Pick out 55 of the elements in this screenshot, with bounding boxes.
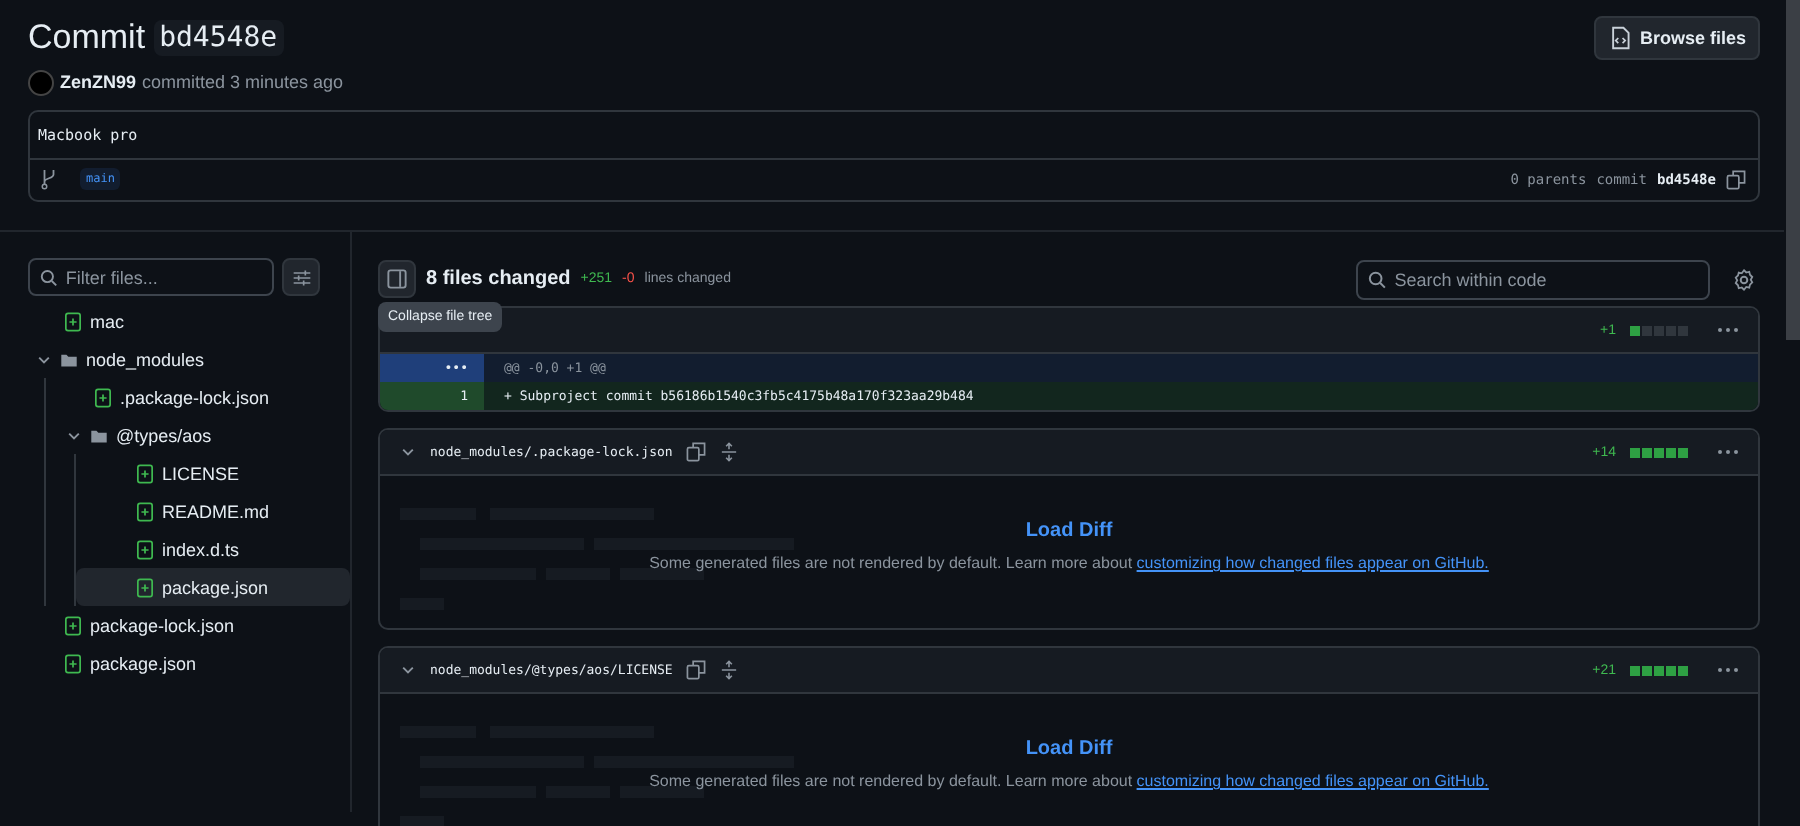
chevron-icon[interactable] [400,444,416,460]
load-diff-button[interactable]: Load Diff [1025,520,1113,542]
settings-icon[interactable] [1732,267,1756,291]
file-added-icon [136,577,154,597]
load-diff-button[interactable]: Load Diff [1025,738,1113,760]
file-tree-item[interactable]: package-lock.json [28,606,350,644]
file-added-icon [136,539,154,559]
expand-icon[interactable] [720,442,739,462]
file-tree-item[interactable]: .package-lock.json [46,378,350,416]
file-added-icon [136,463,154,483]
file-tree-item[interactable]: mac [28,302,350,340]
file-added-icon [94,387,112,407]
commit-title: Commit [28,18,146,58]
file-code-icon [1607,26,1632,50]
search-icon [1368,269,1387,289]
browse-files-button[interactable]: Browse files [1593,16,1760,60]
folder-tree-item[interactable]: @types/aos [46,416,350,454]
folder-icon [90,425,108,445]
chevron-icon [66,427,82,443]
file-added-icon [64,653,82,673]
copy-icon[interactable] [686,442,707,462]
expand-icon[interactable] [720,660,739,680]
file-added-icon [64,615,82,635]
file-tree-item[interactable]: LICENSE [76,454,350,492]
folder-icon [60,349,78,369]
collapse-tree-button[interactable] [378,260,416,298]
sidebar-panel-icon [386,268,408,290]
file-tree-item[interactable]: package.json [76,568,350,606]
commit-sha: bd4548e [153,20,284,56]
search-icon [40,267,58,287]
sliders-icon [291,267,311,287]
filter-files-field[interactable]: Filter files... [28,258,274,296]
scrollbar[interactable] [1786,0,1800,340]
copy-icon[interactable] [1726,169,1746,189]
search-code-field[interactable]: Search within code [1356,259,1710,299]
author-link[interactable]: ZenZN99 [60,72,137,92]
customizing-link[interactable]: customizing how changed files appear on GitHub. [1136,554,1489,572]
chevron-icon[interactable] [400,662,416,678]
filter-settings-button[interactable] [282,258,320,296]
search-code-field[interactable]: Search within code [1394,269,1698,289]
files-changed-count: 8 files changed [426,268,571,290]
generated-file-note: Some generated files are not rendered by default. Learn more about customizing how changed files appear on GitHub. [649,554,1489,572]
filter-files-field[interactable]: Filter files... [65,267,262,287]
chevron-icon [36,351,52,367]
file-tree-item[interactable]: package.json [28,644,350,682]
file-tree-item[interactable]: README.md [76,492,350,530]
customizing-link[interactable]: customizing how changed files appear on GitHub. [1136,772,1489,790]
file-tree-item[interactable]: index.d.ts [76,530,350,568]
file-added-icon [136,501,154,521]
branch-icon [40,168,58,190]
commit-time: committed 3 minutes ago [142,72,344,92]
file-added-icon [64,311,82,331]
copy-icon[interactable] [686,660,707,680]
folder-tree-item[interactable]: node_modules [28,340,350,378]
generated-file-note: Some generated files are not rendered by default. Learn more about customizing how changed files appear on GitHub. [649,772,1489,790]
